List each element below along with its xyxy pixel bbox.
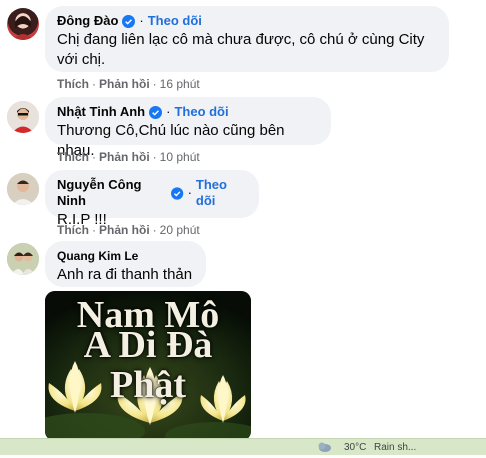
reply-button[interactable]: Phản hồi [99, 223, 150, 237]
avatar[interactable] [7, 243, 39, 275]
weather-temperature[interactable]: 30°C [344, 442, 366, 454]
comment-bubble: Nhật Tinh Anh · Theo dõi Thương Cô,Chú l… [45, 97, 331, 159]
comment-image[interactable]: Nam Mô A Di Đà Phật [45, 291, 251, 441]
follow-button[interactable]: Theo dõi [148, 13, 202, 29]
comment-text-line: Chị đang liên lạc cô mà chưa được, cô ch… [57, 31, 425, 48]
comment-author[interactable]: Nguyễn Công Ninh [57, 177, 167, 209]
comment-text-line: Anh ra đi thanh thản [57, 266, 193, 283]
comment-author[interactable]: Nhật Tinh Anh [57, 104, 145, 120]
comment-time[interactable]: 16 phút [160, 77, 200, 91]
comment-bubble: Quang Kim Le Anh ra đi thanh thản [45, 241, 206, 287]
verified-badge-icon [122, 14, 136, 28]
comment-actions: Thích · Phản hồi · 16 phút [57, 77, 200, 91]
comment-bubble: Đông Đào · Theo dõi Chị đang liên lạc cô… [45, 6, 449, 72]
follow-button[interactable]: Theo dõi [196, 177, 247, 209]
avatar[interactable] [7, 173, 39, 205]
avatar[interactable] [7, 101, 39, 133]
avatar[interactable] [7, 8, 39, 40]
comment-author[interactable]: Đông Đào [57, 13, 118, 29]
separator-dot: · [187, 185, 192, 200]
follow-button[interactable]: Theo dõi [174, 104, 228, 120]
comment-bubble: Nguyễn Công Ninh · Theo dõi R.I.P !!! [45, 170, 259, 228]
comment-actions: Thích · Phản hồi · 20 phút [57, 223, 200, 237]
comment-text-line: với chị. [57, 51, 106, 68]
weather-icon[interactable] [316, 440, 332, 458]
weather-description[interactable]: Rain sh... [374, 442, 416, 454]
comment-time[interactable]: 10 phút [160, 150, 200, 164]
verified-badge-icon [171, 186, 184, 200]
like-button[interactable]: Thích [57, 150, 89, 164]
like-button[interactable]: Thích [57, 77, 89, 91]
comment-actions: Thích · Phản hồi · 10 phút [57, 150, 200, 164]
image-text-line-2: A Di Đà Phật [83, 324, 213, 406]
verified-badge-icon [149, 105, 163, 119]
separator-dot: · [139, 13, 144, 28]
separator-dot: · [166, 104, 171, 119]
reply-button[interactable]: Phản hồi [99, 150, 150, 164]
comment-time[interactable]: 20 phút [160, 223, 200, 237]
reply-button[interactable]: Phản hồi [99, 77, 150, 91]
comment-author[interactable]: Quang Kim Le [57, 248, 138, 264]
taskbar: 30°C Rain sh... [0, 438, 486, 455]
like-button[interactable]: Thích [57, 223, 89, 237]
